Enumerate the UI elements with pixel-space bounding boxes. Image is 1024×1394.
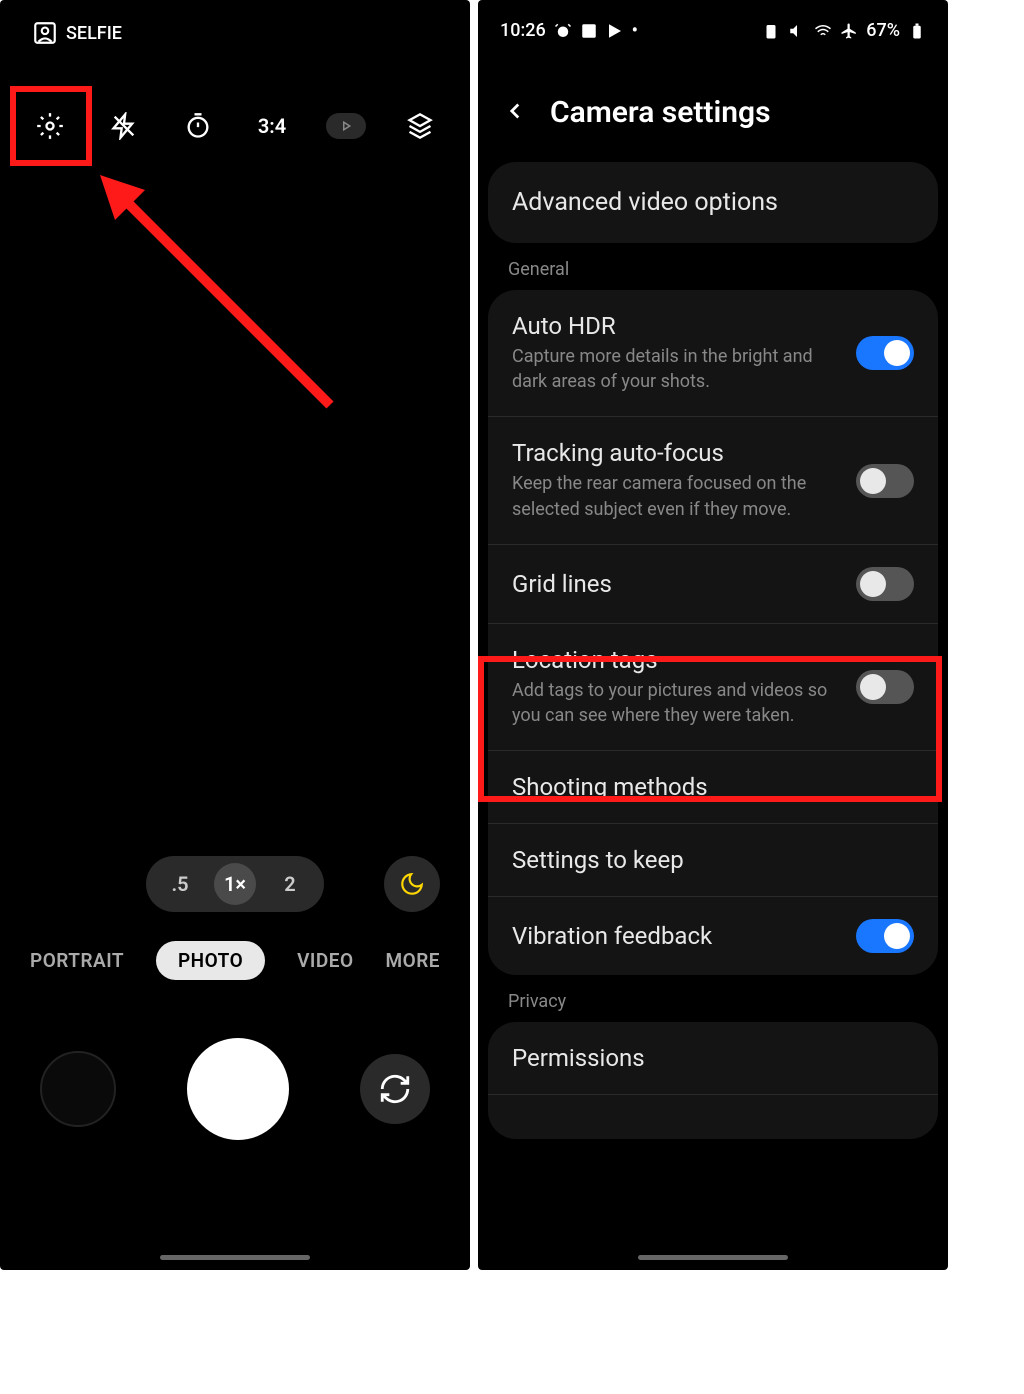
night-mode-button[interactable]: [384, 856, 440, 912]
zoom-2x[interactable]: 2: [274, 872, 306, 896]
tracking-toggle[interactable]: [856, 464, 914, 498]
settings-list[interactable]: Advanced video options General Auto HDR …: [478, 162, 948, 1270]
shutter-row: [0, 1038, 470, 1140]
timer-icon[interactable]: [178, 106, 218, 146]
motion-photo-icon[interactable]: [326, 106, 366, 146]
grid-lines-row[interactable]: Grid lines: [488, 545, 938, 624]
tracking-desc: Keep the rear camera focused on the sele…: [512, 471, 838, 521]
location-tags-row[interactable]: Location tags Add tags to your pictures …: [488, 624, 938, 751]
vibration-feedback-row[interactable]: Vibration feedback: [488, 897, 938, 975]
location-title: Location tags: [512, 646, 838, 674]
mode-selector: PORTRAIT PHOTO VIDEO MORE: [0, 941, 470, 980]
alarm-icon: [554, 22, 572, 40]
zoom-selector[interactable]: .5 1× 2: [146, 856, 324, 912]
zoom-wide[interactable]: .5: [164, 872, 196, 896]
general-card: Auto HDR Capture more details in the bri…: [488, 290, 938, 975]
switch-camera-button[interactable]: [360, 1054, 430, 1124]
zoom-1x[interactable]: 1×: [214, 863, 256, 905]
selfie-badge: SELFIE: [32, 20, 122, 46]
ratio-button[interactable]: 3:4: [252, 106, 292, 146]
nav-handle[interactable]: [160, 1255, 310, 1260]
vibration-toggle[interactable]: [856, 919, 914, 953]
battery-percent: 67%: [866, 20, 900, 41]
selfie-label: SELFIE: [66, 23, 122, 44]
page-title: Camera settings: [550, 95, 771, 130]
keep-title: Settings to keep: [512, 846, 896, 874]
auto-hdr-toggle[interactable]: [856, 336, 914, 370]
camera-toolbar: 3:4: [0, 106, 470, 146]
auto-hdr-row[interactable]: Auto HDR Capture more details in the bri…: [488, 290, 938, 417]
auto-hdr-desc: Capture more details in the bright and d…: [512, 344, 838, 394]
grid-title: Grid lines: [512, 570, 838, 598]
section-general: General: [488, 243, 938, 290]
back-button[interactable]: [502, 98, 528, 128]
location-toggle[interactable]: [856, 670, 914, 704]
image-icon: [580, 22, 598, 40]
camera-app-screen: SELFIE 3:4 .5 1× 2 PORTRAIT PHOTO V: [0, 0, 470, 1270]
settings-header: Camera settings: [478, 95, 795, 130]
section-privacy: Privacy: [488, 975, 938, 1022]
vibration-title: Vibration feedback: [512, 922, 838, 950]
battery-icon: [908, 22, 926, 40]
shutter-button[interactable]: [187, 1038, 289, 1140]
tracking-af-row[interactable]: Tracking auto-focus Keep the rear camera…: [488, 417, 938, 544]
shooting-title: Shooting methods: [512, 773, 896, 801]
gear-icon[interactable]: [30, 106, 70, 146]
advanced-video-label: Advanced video options: [512, 188, 914, 217]
auto-hdr-title: Auto HDR: [512, 312, 838, 340]
status-time: 10:26: [500, 20, 546, 41]
wifi-icon: [814, 22, 832, 40]
airplane-icon: [840, 22, 858, 40]
status-bar: 10:26 • 67%: [478, 20, 948, 41]
camera-settings-screen: 10:26 • 67% Camera settings Advanced vid…: [478, 0, 948, 1270]
mute-icon: [788, 22, 806, 40]
permissions-row[interactable]: Permissions: [488, 1022, 938, 1095]
cutoff-row: [488, 1095, 938, 1139]
flash-off-icon[interactable]: [104, 106, 144, 146]
status-dot: •: [632, 20, 638, 41]
grid-toggle[interactable]: [856, 567, 914, 601]
gallery-preview[interactable]: [40, 1051, 116, 1127]
advanced-video-card[interactable]: Advanced video options: [488, 162, 938, 243]
permissions-title: Permissions: [512, 1044, 896, 1072]
location-desc: Add tags to your pictures and videos so …: [512, 678, 838, 728]
mode-portrait[interactable]: PORTRAIT: [30, 949, 124, 972]
settings-to-keep-row[interactable]: Settings to keep: [488, 824, 938, 897]
battery-saver-icon: [762, 22, 780, 40]
mode-video[interactable]: VIDEO: [297, 949, 354, 972]
mode-photo[interactable]: PHOTO: [156, 941, 265, 980]
mode-more[interactable]: MORE: [385, 949, 440, 972]
annotation-arrow: [80, 155, 340, 415]
play-store-icon: [606, 22, 624, 40]
nav-handle[interactable]: [638, 1255, 788, 1260]
shooting-methods-row[interactable]: Shooting methods: [488, 751, 938, 824]
tracking-title: Tracking auto-focus: [512, 439, 838, 467]
filters-icon[interactable]: [400, 106, 440, 146]
privacy-card: Permissions: [488, 1022, 938, 1139]
